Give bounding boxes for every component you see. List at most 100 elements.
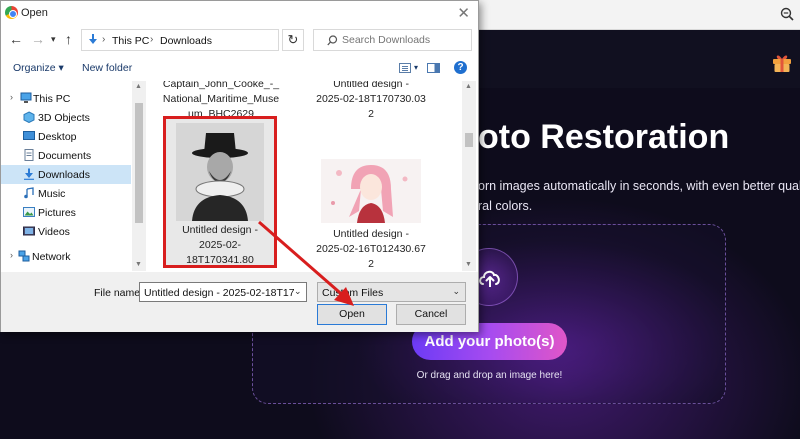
organize-menu[interactable]: Organize ▾ bbox=[13, 62, 64, 74]
breadcrumb-this-pc[interactable]: This PC bbox=[112, 35, 149, 47]
video-icon bbox=[23, 226, 35, 236]
nav-label: This PC bbox=[33, 93, 71, 105]
file-item[interactable]: Untitled design - 2025-02-16T012430.67 2 bbox=[304, 159, 438, 271]
cancel-button[interactable]: Cancel bbox=[396, 304, 466, 325]
chevron-down-icon[interactable]: ⌄ bbox=[294, 286, 302, 297]
zoom-icon[interactable] bbox=[780, 7, 794, 21]
hero-subtitle-line-1: orn images automatically in seconds, wit… bbox=[478, 179, 800, 193]
document-icon bbox=[24, 149, 34, 161]
nav-label: Videos bbox=[38, 226, 70, 238]
file-item[interactable]: Untitled design - 2025-02-18T170730.03 2 bbox=[304, 81, 438, 122]
nav-label: Music bbox=[38, 188, 66, 200]
hero-subtitle-line-2: ral colors. bbox=[478, 199, 533, 213]
nav-item-this-pc[interactable]: › This PC bbox=[1, 89, 131, 108]
dialog-footer: File name: Untitled design - 2025-02-18T… bbox=[1, 272, 478, 332]
expand-chevron-icon[interactable]: › bbox=[10, 250, 13, 260]
breadcrumb-separator: › bbox=[102, 34, 106, 45]
nav-item-music[interactable]: Music bbox=[1, 184, 131, 203]
scroll-down-icon[interactable]: ▼ bbox=[135, 261, 142, 268]
hero-title: oto Restoration bbox=[478, 118, 730, 156]
portrait-thumbnail bbox=[176, 123, 264, 221]
file-name-line: Untitled design - bbox=[333, 81, 409, 90]
anime-thumbnail bbox=[321, 159, 421, 223]
download-folder-icon bbox=[89, 34, 97, 44]
search-input[interactable] bbox=[342, 34, 467, 46]
file-name-line: 2025-02-16T012430.67 bbox=[316, 243, 426, 255]
address-bar[interactable]: › This PC › Downloads ⌄ bbox=[81, 29, 352, 51]
file-type-select[interactable]: Custom Files ⌄ bbox=[317, 282, 466, 302]
search-icon bbox=[327, 35, 338, 46]
preview-pane-icon[interactable] bbox=[427, 63, 440, 73]
desktop-icon bbox=[23, 131, 35, 140]
file-name-line: 2 bbox=[368, 108, 374, 120]
file-item-selected[interactable]: Untitled design - 2025-02-18T170341.80 7 bbox=[163, 116, 277, 271]
file-name: Untitled design - 2025-02-18T170341.80 7 bbox=[166, 223, 274, 271]
nav-item-network[interactable]: › Network bbox=[1, 247, 131, 266]
dialog-toolbar: Organize ▾ New folder ▾ ? bbox=[1, 58, 478, 80]
scroll-thumb[interactable] bbox=[465, 133, 473, 147]
picture-icon bbox=[23, 207, 35, 217]
file-name-line: 2025-02-18T170341.80 bbox=[186, 239, 254, 266]
scroll-up-icon[interactable]: ▲ bbox=[465, 83, 472, 90]
nav-scrollbar[interactable]: ▲ ▼ bbox=[132, 81, 146, 271]
view-dropdown-icon[interactable]: ▾ bbox=[414, 63, 418, 72]
download-icon bbox=[24, 168, 34, 180]
nav-item-pictures[interactable]: Pictures bbox=[1, 203, 131, 222]
nav-label: Desktop bbox=[38, 131, 77, 143]
music-icon bbox=[24, 187, 34, 199]
file-scrollbar[interactable]: ▲ ▼ bbox=[462, 81, 476, 271]
file-name-line: Captain_John_Cooke_-_ bbox=[162, 81, 280, 90]
new-folder-button[interactable]: New folder bbox=[82, 62, 132, 74]
scroll-up-icon[interactable]: ▲ bbox=[135, 83, 142, 90]
dialog-titlebar[interactable]: Open ✕ bbox=[1, 1, 478, 25]
nav-item-3d-objects[interactable]: 3D Objects bbox=[1, 108, 131, 127]
open-file-dialog: Open ✕ ← → ▾ ↑ › This PC › Downloads ⌄ ↻ bbox=[0, 0, 479, 332]
pc-icon bbox=[20, 92, 32, 103]
search-box[interactable] bbox=[313, 29, 472, 51]
organize-label: Organize bbox=[13, 62, 56, 74]
forward-arrow-icon[interactable]: → bbox=[31, 31, 45, 47]
file-name-input[interactable]: Untitled design - 2025-02-18T17034 ⌄ bbox=[139, 282, 307, 302]
back-arrow-icon[interactable]: ← bbox=[9, 31, 23, 47]
nav-label: Pictures bbox=[38, 207, 76, 219]
file-list: Captain_John_Cooke_-_ National_Maritime_… bbox=[146, 81, 462, 271]
nav-item-downloads[interactable]: Downloads bbox=[1, 165, 131, 184]
file-name-label: File name: bbox=[94, 287, 144, 299]
file-name-line: Untitled design - bbox=[333, 228, 409, 240]
chrome-icon bbox=[5, 6, 18, 19]
cloud-upload-icon bbox=[479, 270, 500, 287]
nav-label: 3D Objects bbox=[38, 112, 90, 124]
network-icon bbox=[18, 250, 30, 262]
navigation-pane: › This PC 3D Objects Desktop Documents D… bbox=[1, 81, 146, 271]
file-name-line: 2 bbox=[368, 258, 374, 270]
hero-subtitle: orn images automatically in seconds, wit… bbox=[478, 176, 800, 216]
file-name-line: National_Maritime_Muse bbox=[162, 93, 280, 105]
close-icon[interactable]: ✕ bbox=[457, 4, 470, 22]
expand-chevron-icon[interactable]: › bbox=[10, 92, 13, 102]
gift-icon[interactable] bbox=[770, 50, 794, 74]
view-options-icon[interactable] bbox=[399, 63, 411, 73]
nav-label: Downloads bbox=[38, 169, 90, 181]
nav-item-documents[interactable]: Documents bbox=[1, 146, 131, 165]
scroll-down-icon[interactable]: ▼ bbox=[465, 261, 472, 268]
file-name-line: 7 bbox=[166, 268, 274, 271]
help-icon[interactable]: ? bbox=[454, 61, 467, 74]
breadcrumb-downloads[interactable]: Downloads bbox=[160, 35, 212, 47]
nav-label: Documents bbox=[38, 150, 92, 162]
up-arrow-icon[interactable]: ↑ bbox=[65, 31, 72, 47]
nav-item-desktop[interactable]: Desktop bbox=[1, 127, 131, 146]
nav-item-videos[interactable]: Videos bbox=[1, 222, 131, 241]
scroll-thumb[interactable] bbox=[135, 103, 143, 223]
dialog-title: Open bbox=[21, 7, 48, 19]
breadcrumb-separator: › bbox=[150, 34, 154, 45]
drag-drop-hint: Or drag and drop an image here! bbox=[416, 370, 563, 381]
file-name-line: Untitled design - bbox=[182, 224, 258, 236]
cube-icon bbox=[23, 111, 35, 123]
recent-dropdown-icon[interactable]: ▾ bbox=[51, 34, 56, 45]
refresh-button[interactable]: ↻ bbox=[282, 29, 304, 51]
file-type-value: Custom Files bbox=[322, 287, 384, 299]
open-button[interactable]: Open bbox=[317, 304, 387, 325]
file-name-value: Untitled design - 2025-02-18T17034 bbox=[144, 287, 294, 299]
address-row: ← → ▾ ↑ › This PC › Downloads ⌄ ↻ bbox=[1, 27, 478, 55]
chevron-down-icon[interactable]: ⌄ bbox=[452, 286, 460, 297]
